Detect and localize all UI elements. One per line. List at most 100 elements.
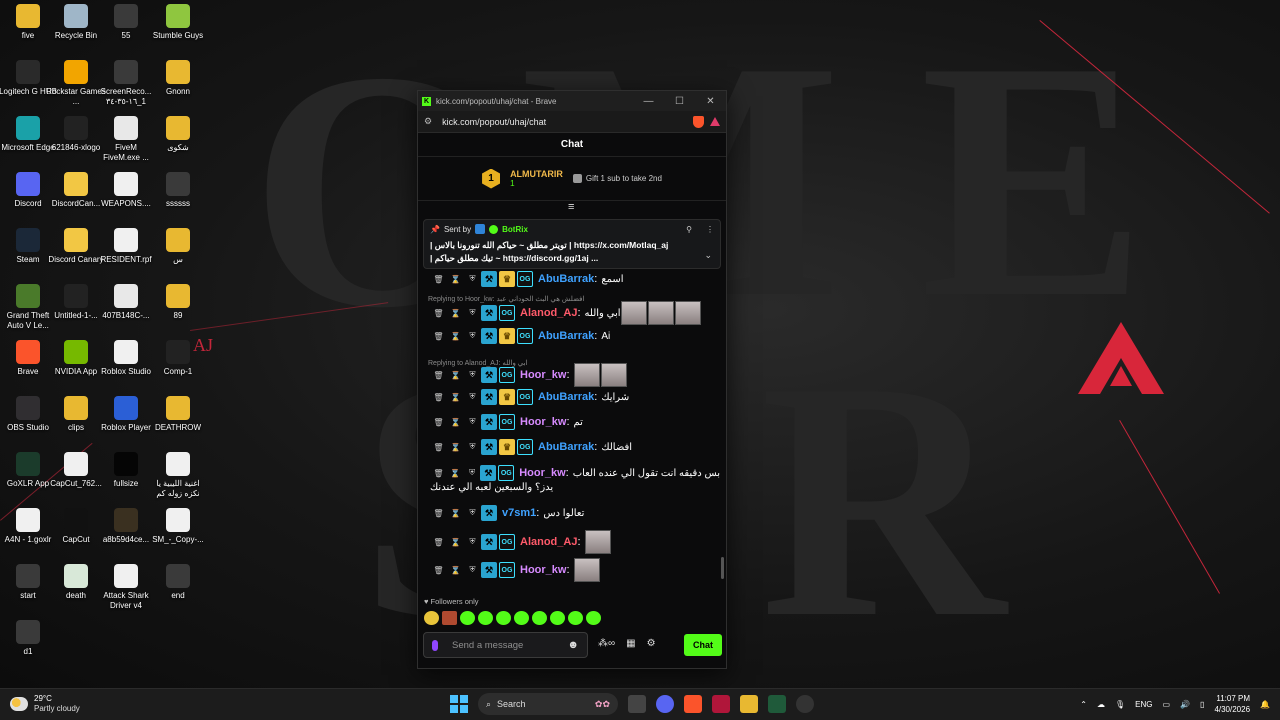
- leader-name[interactable]: ALMUTARIR: [510, 169, 563, 179]
- desktop-icon[interactable]: 55: [98, 0, 154, 56]
- task-view-icon[interactable]: [628, 695, 646, 713]
- timeout-icon[interactable]: ⌛: [447, 309, 464, 318]
- chat-username[interactable]: v7sm1: [502, 507, 536, 519]
- delete-icon[interactable]: 🗑: [430, 469, 447, 478]
- ban-icon[interactable]: ⛨: [464, 468, 481, 478]
- more-options-icon[interactable]: ⋮: [706, 225, 714, 234]
- goxlr-taskbar-icon[interactable]: [768, 695, 786, 713]
- desktop-icon[interactable]: 407B148C-...: [98, 280, 154, 336]
- desktop-icon[interactable]: a8b59d4ce...: [98, 504, 154, 560]
- chat-message[interactable]: 🗑 ⌛ ⛨ ⚒ OG Hoor_kw:: [430, 363, 720, 387]
- pinned-message[interactable]: 📌 Sent by BotRix ⚲ ⋮ | تويتر مطلق ~ حياك…: [423, 219, 721, 269]
- ban-icon[interactable]: ⛨: [464, 417, 481, 427]
- language-indicator[interactable]: ENG: [1135, 700, 1152, 709]
- desktop-icon[interactable]: end: [150, 560, 206, 616]
- chat-message[interactable]: 🗑 ⌛ ⛨ ⚒ OG Hoor_kw: بس دقيقه انت تقول الي عنده…: [430, 465, 720, 481]
- desktop-icon[interactable]: Stumble Guys: [150, 0, 206, 56]
- timeout-icon[interactable]: ⌛: [447, 509, 464, 518]
- chat-emote-image[interactable]: [620, 301, 647, 325]
- riot-taskbar-icon[interactable]: [712, 695, 730, 713]
- chevron-up-icon[interactable]: ⌃: [1080, 700, 1087, 709]
- desktop-icon[interactable]: Roblox Studio: [98, 336, 154, 392]
- desktop-icon[interactable]: Gnonn: [150, 56, 206, 112]
- emote-icon[interactable]: [496, 611, 511, 625]
- ban-icon[interactable]: ⛨: [464, 537, 481, 547]
- ban-icon[interactable]: ⛨: [464, 370, 481, 380]
- file-explorer-icon[interactable]: [740, 695, 758, 713]
- chat-emote-image[interactable]: [573, 363, 600, 387]
- delete-icon[interactable]: 🗑: [430, 275, 447, 284]
- desktop-icon[interactable]: fullsize: [98, 448, 154, 504]
- delete-icon[interactable]: 🗑: [430, 509, 447, 518]
- discord-taskbar-icon[interactable]: [656, 695, 674, 713]
- maximize-button[interactable]: ☐: [664, 96, 695, 107]
- ban-icon[interactable]: ⛨: [464, 274, 481, 284]
- desktop-icon[interactable]: clips: [48, 392, 104, 448]
- obs-taskbar-icon[interactable]: [796, 695, 814, 713]
- ban-icon[interactable]: ⛨: [464, 508, 481, 518]
- emote-icon[interactable]: [586, 611, 601, 625]
- chat-message-list[interactable]: 🗑 ⌛ ⛨ ⚒ ♛ OG AbuBarrak: اسمع Replying to Hoor_kw…: [418, 271, 728, 591]
- battery-icon[interactable]: ▯: [1200, 700, 1204, 709]
- volume-icon[interactable]: 🔊: [1180, 700, 1190, 709]
- chat-scrollbar[interactable]: [721, 557, 724, 579]
- chat-emote-image[interactable]: [584, 530, 611, 554]
- desktop-icon[interactable]: d1: [0, 616, 56, 672]
- chat-message[interactable]: 🗑 ⌛ ⛨ ⚒ ♛ OG AbuBarrak: Ai: [430, 328, 720, 344]
- pinned-bot-name[interactable]: BotRix: [502, 225, 528, 234]
- cloud-icon[interactable]: ☁: [1097, 700, 1105, 709]
- ban-icon[interactable]: ⛨: [464, 308, 481, 318]
- chat-username[interactable]: AbuBarrak: [538, 330, 594, 342]
- chat-emote-image[interactable]: [600, 363, 627, 387]
- brave-rewards-icon[interactable]: [710, 117, 720, 126]
- desktop-icon[interactable]: Discord Canary: [48, 224, 104, 280]
- chat-message[interactable]: 🗑 ⌛ ⛨ ⚒ ♛ OG AbuBarrak: شرايك: [430, 389, 720, 405]
- desktop-icon[interactable]: SM_-_Copy-...: [150, 504, 206, 560]
- unpin-icon[interactable]: ⚲: [686, 225, 692, 234]
- minimize-button[interactable]: —: [633, 96, 664, 107]
- chat-message[interactable]: 🗑 ⌛ ⛨ ⚒ ♛ OG AbuBarrak: افضالك: [430, 439, 720, 455]
- desktop-icon[interactable]: RESIDENT.rpf: [98, 224, 154, 280]
- site-settings-icon[interactable]: ⚙: [424, 116, 432, 127]
- emote-icon[interactable]: [442, 611, 457, 625]
- desktop-icon[interactable]: Untitled-1-...: [48, 280, 104, 336]
- desktop-icon[interactable]: DiscordCan...: [48, 168, 104, 224]
- chat-message[interactable]: 🗑 ⌛ ⛨ ⚒ OG Hoor_kw:: [430, 558, 720, 582]
- chat-message[interactable]: 🗑 ⌛ ⛨ ⚒ v7sm1: تعالوا دس: [430, 505, 720, 521]
- timeout-icon[interactable]: ⌛: [447, 371, 464, 380]
- microphone-tray-icon[interactable]: 🎙: [1115, 700, 1125, 709]
- address-bar[interactable]: ⚙ kick.com/popout/uhaj/chat: [418, 111, 726, 133]
- chat-message[interactable]: 🗑 ⌛ ⛨ ⚒ ♛ OG AbuBarrak: اسمع: [430, 271, 720, 287]
- delete-icon[interactable]: 🗑: [430, 371, 447, 380]
- ban-icon[interactable]: ⛨: [464, 442, 481, 452]
- ban-icon[interactable]: ⛨: [464, 565, 481, 575]
- emote-icon[interactable]: [424, 611, 439, 625]
- brave-shields-icon[interactable]: [693, 115, 704, 128]
- delete-icon[interactable]: 🗑: [430, 418, 447, 427]
- taskbar-search[interactable]: ⌕ Search ✿✿: [478, 693, 618, 715]
- timeout-icon[interactable]: ⌛: [447, 538, 464, 547]
- pinned-line-1[interactable]: | تويتر مطلق ~ حياكم الله تنورونا بالاس …: [430, 239, 714, 252]
- emote-icon[interactable]: [550, 611, 565, 625]
- desktop-icon[interactable]: 89: [150, 280, 206, 336]
- delete-icon[interactable]: 🗑: [430, 566, 447, 575]
- desktop-icon[interactable]: اغنية الليبية يا نكزه زوله كم: [150, 448, 206, 504]
- chat-input[interactable]: Send a message ☻: [423, 632, 588, 658]
- chevron-down-icon[interactable]: ⌄: [704, 250, 712, 261]
- desktop-icon[interactable]: Recycle Bin: [48, 0, 104, 56]
- ban-icon[interactable]: ⛨: [464, 392, 481, 402]
- emote-icon[interactable]: [478, 611, 493, 625]
- desktop-icon[interactable]: WEAPONS....: [98, 168, 154, 224]
- timeout-icon[interactable]: ⌛: [447, 393, 464, 402]
- chat-filter-icon[interactable]: ≡: [568, 201, 574, 213]
- chat-username[interactable]: AbuBarrak: [538, 273, 594, 285]
- emote-icon[interactable]: [532, 611, 547, 625]
- delete-icon[interactable]: 🗑: [430, 332, 447, 341]
- gift-cta[interactable]: Gift 1 sub to take 2nd: [572, 174, 662, 183]
- timeout-icon[interactable]: ⌛: [447, 469, 464, 478]
- desktop-icon[interactable]: شكوى: [150, 112, 206, 168]
- desktop-icon[interactable]: ScreenReco... ١٦-٣٥-٣٤_1: [98, 56, 154, 112]
- timeout-icon[interactable]: ⌛: [447, 332, 464, 341]
- ban-icon[interactable]: ⛨: [464, 331, 481, 341]
- timeout-icon[interactable]: ⌛: [447, 275, 464, 284]
